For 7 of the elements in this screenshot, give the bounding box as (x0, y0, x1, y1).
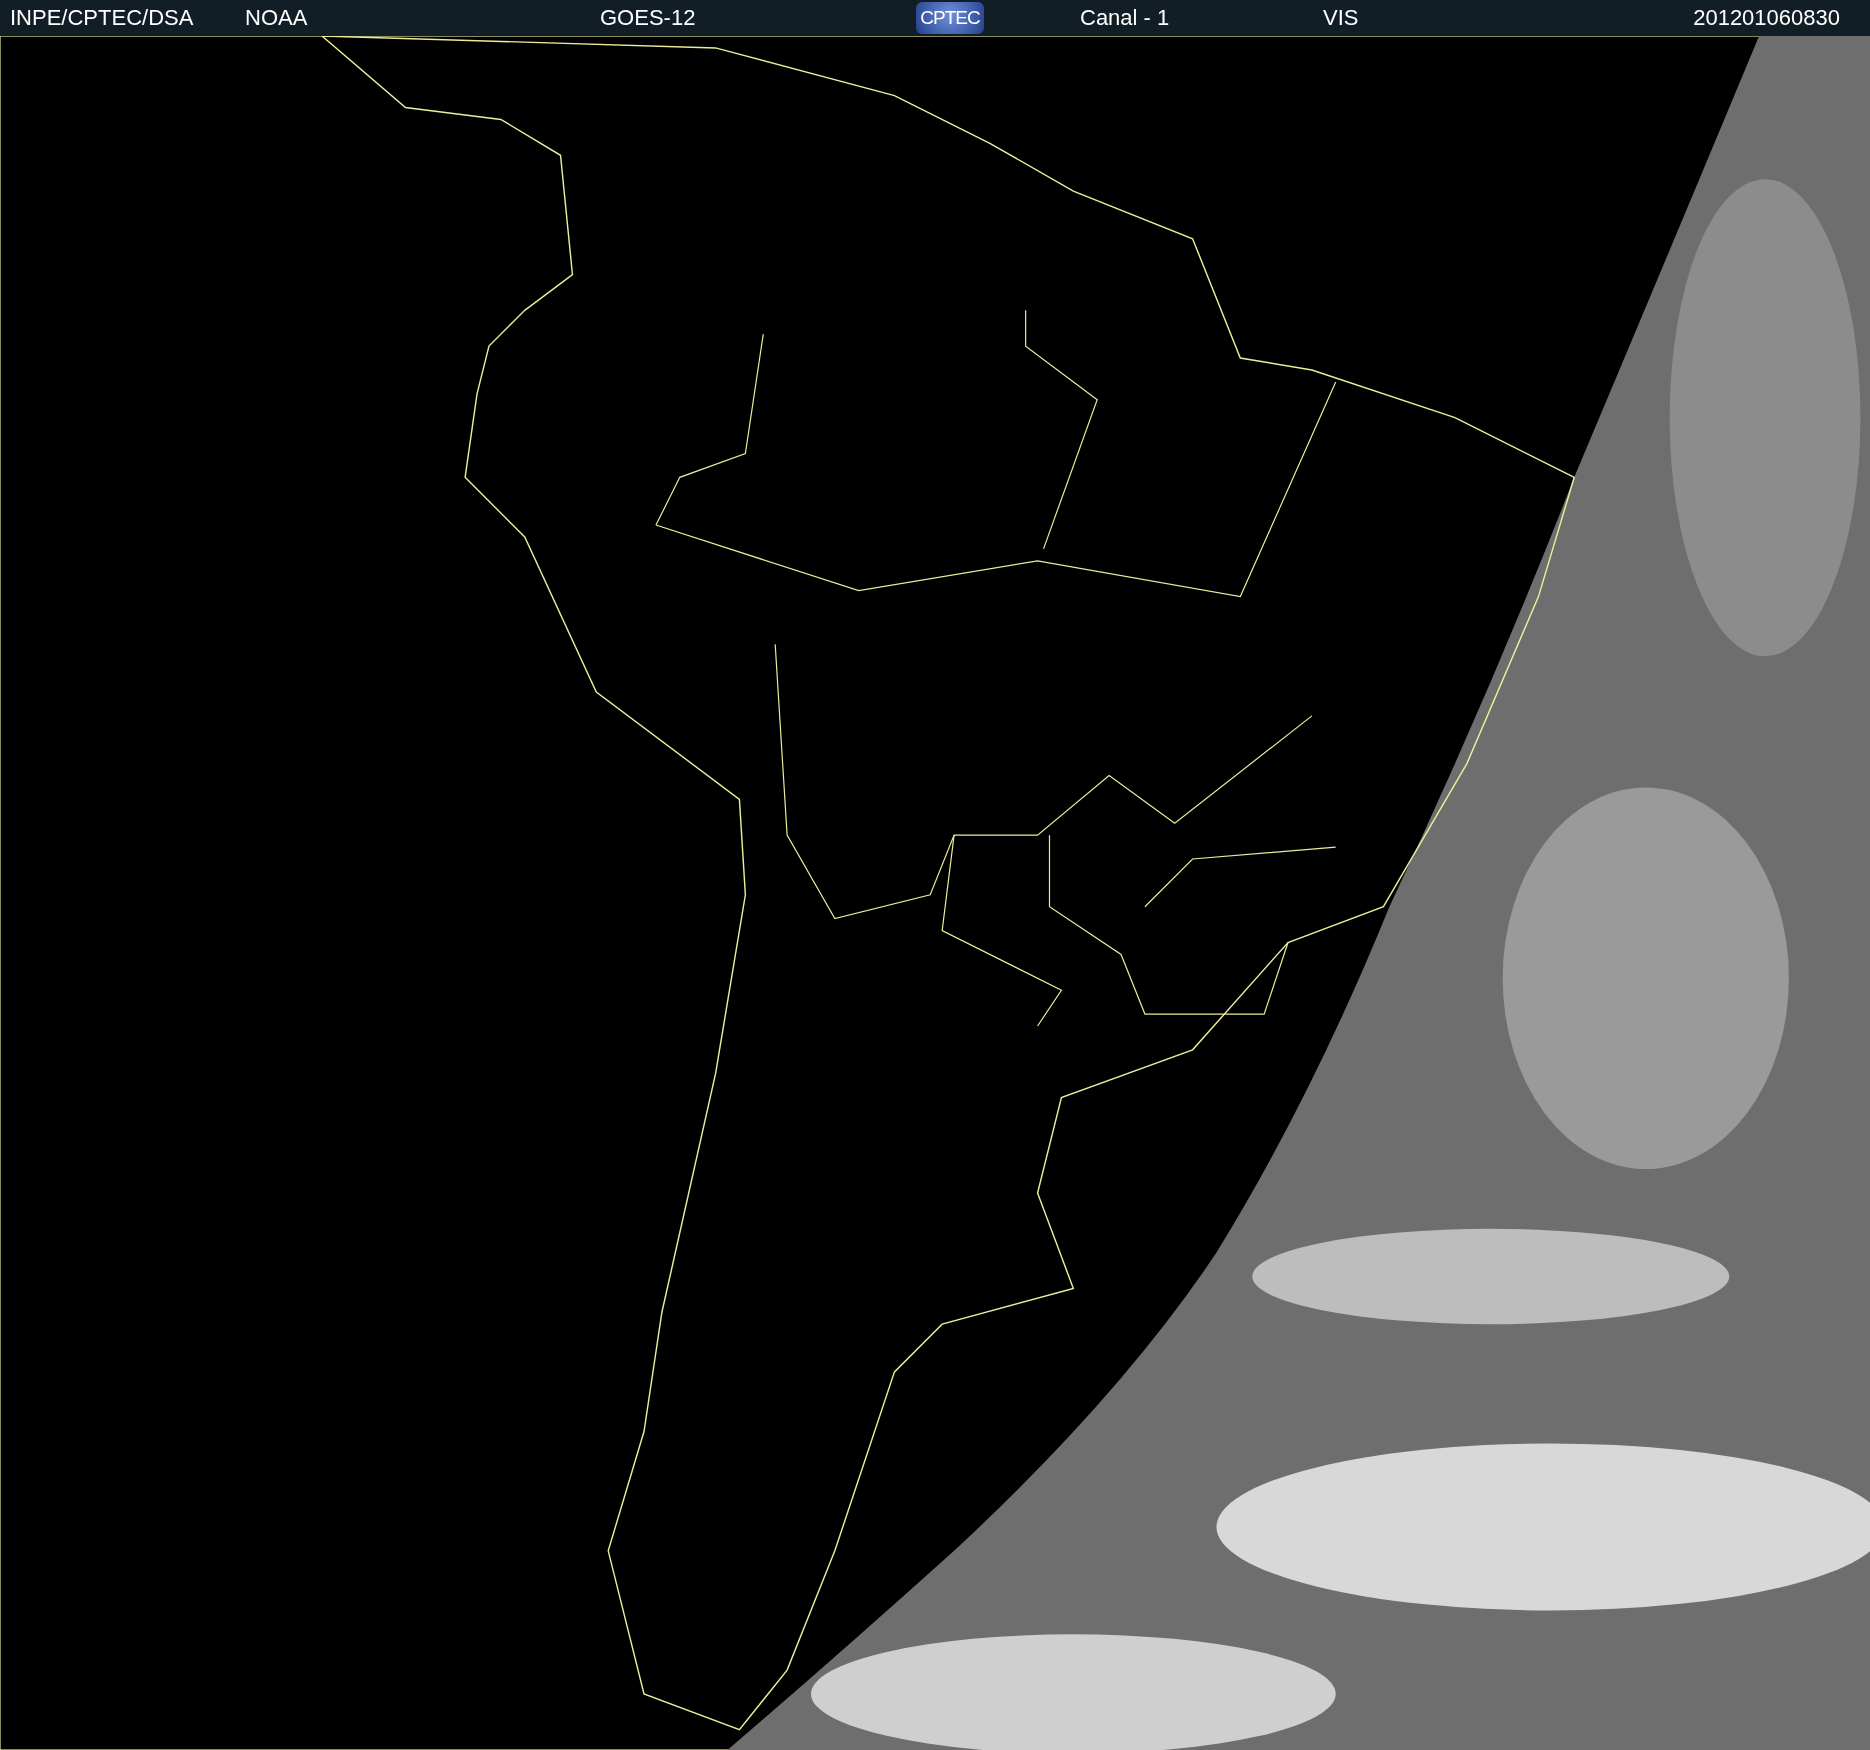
channel-label: Canal - 1 (1080, 5, 1171, 31)
source-label: INPE/CPTEC/DSA (10, 5, 195, 31)
timestamp-label: 201201060830 (1693, 5, 1841, 31)
logo: CPTEC (916, 2, 984, 34)
band-label: VIS (1323, 5, 1360, 31)
agency-label: NOAA (245, 5, 309, 31)
satellite-label: GOES-12 (600, 5, 697, 31)
